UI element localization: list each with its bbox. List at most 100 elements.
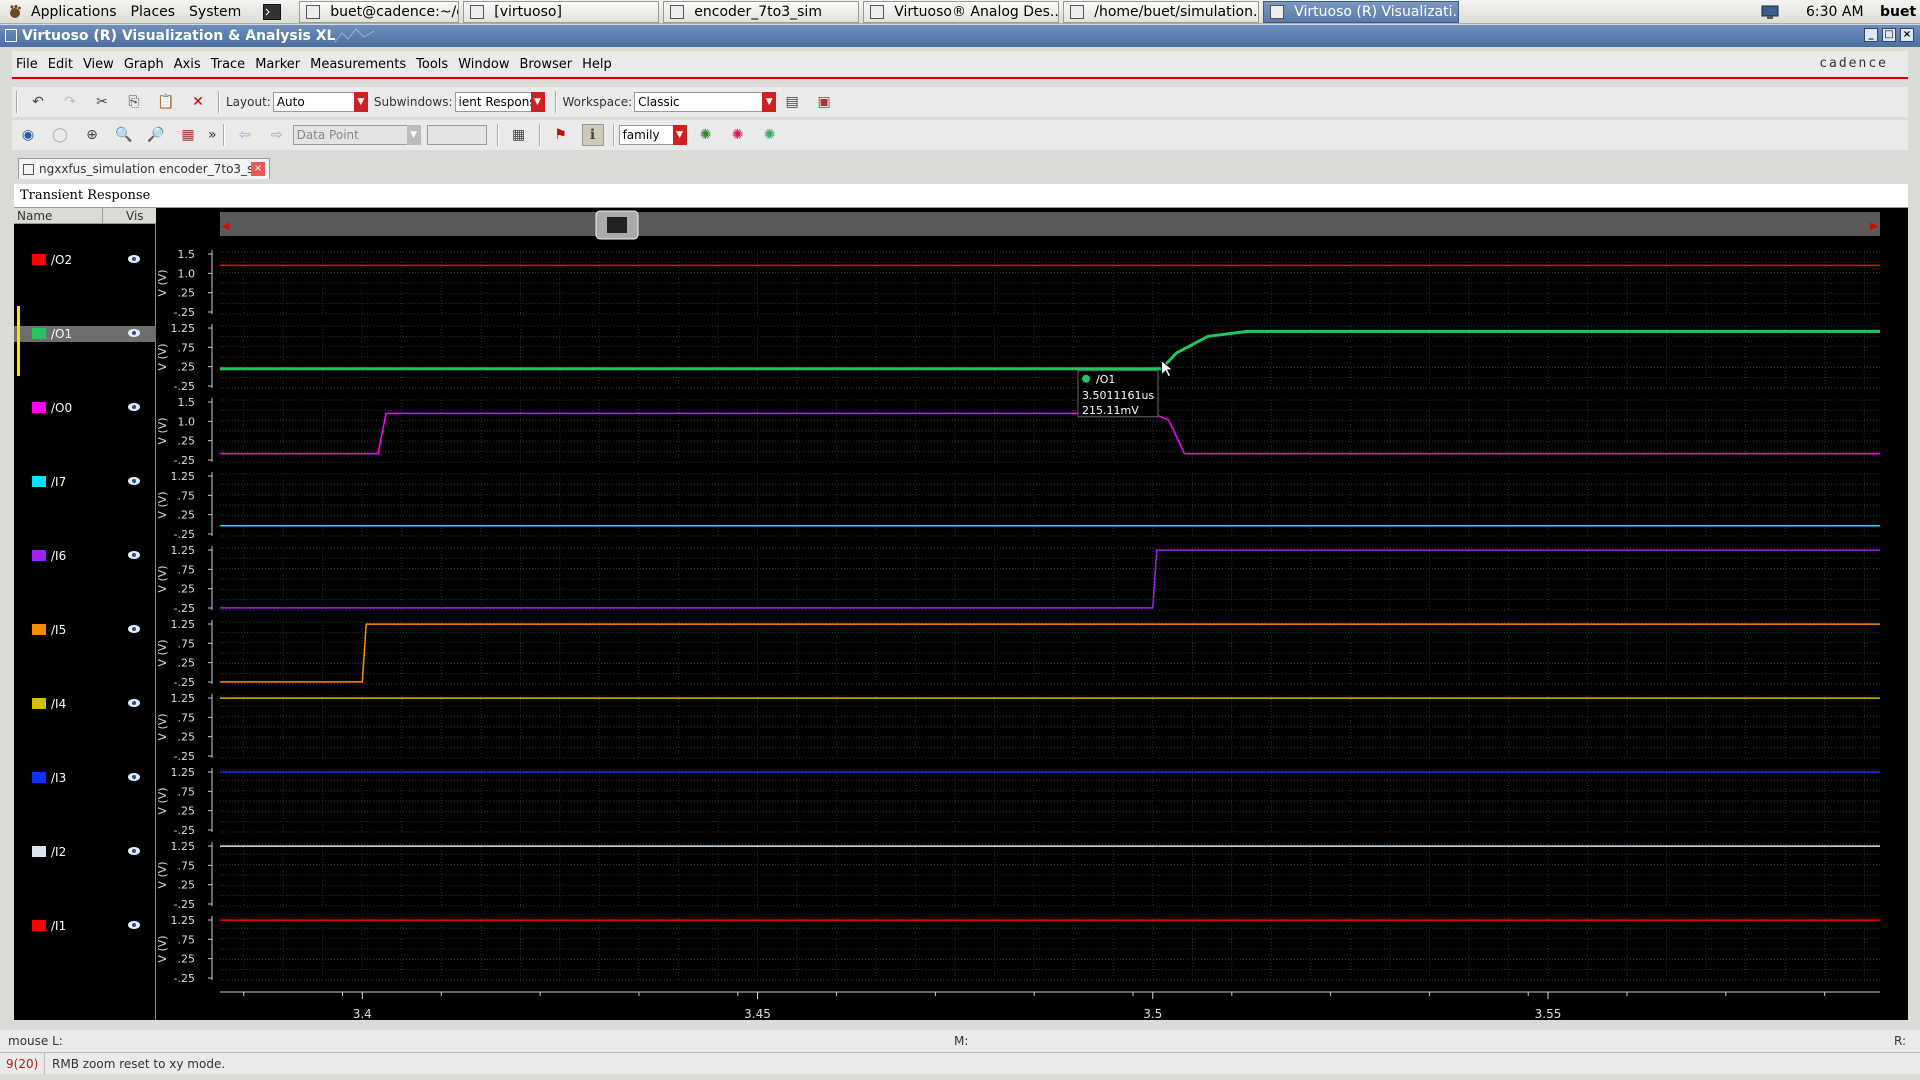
terminal-launcher-icon[interactable] bbox=[262, 1, 282, 23]
taskbar-item-analog-design[interactable]: Virtuoso® Analog Des... bbox=[863, 0, 1060, 23]
y-tick-label: -.25 bbox=[174, 898, 195, 911]
datapoint-input[interactable] bbox=[426, 125, 487, 145]
stop-icon[interactable]: ◯ bbox=[49, 124, 71, 146]
legend-item[interactable]: /O2 bbox=[14, 252, 156, 268]
menu-browser[interactable]: Browser bbox=[519, 57, 572, 72]
trace-o1[interactable] bbox=[220, 329, 1880, 371]
visibility-eye-icon[interactable] bbox=[128, 773, 140, 781]
family-select[interactable]: family ▼ bbox=[618, 125, 687, 145]
family-color-icon[interactable]: ✺ bbox=[727, 124, 749, 146]
menu-edit[interactable]: Edit bbox=[48, 57, 73, 72]
zoom-out-icon[interactable]: 🔎 bbox=[145, 124, 167, 146]
layout-label: Layout: bbox=[226, 95, 271, 109]
window-titlebar[interactable]: Virtuoso (R) Visualization & Analysis XL… bbox=[0, 25, 1920, 47]
zoom-box-icon[interactable]: ▦ bbox=[177, 124, 199, 146]
menu-file[interactable]: File bbox=[16, 57, 38, 72]
legend-item[interactable]: /I5 bbox=[14, 622, 156, 638]
visibility-eye-icon[interactable] bbox=[128, 477, 140, 485]
menu-marker[interactable]: Marker bbox=[255, 57, 300, 72]
menu-view[interactable]: View bbox=[83, 57, 114, 72]
legend-item[interactable]: /I1 bbox=[14, 918, 156, 934]
redo-icon[interactable]: ↷ bbox=[59, 91, 81, 113]
visibility-eye-icon[interactable] bbox=[128, 551, 140, 559]
copy-icon[interactable]: ⎘ bbox=[123, 91, 145, 113]
subwindows-select[interactable]: ient Response ▼ bbox=[454, 92, 545, 112]
applications-menu[interactable]: Applications bbox=[24, 4, 124, 20]
minimize-button[interactable]: _ bbox=[1864, 28, 1878, 42]
plot-canvas[interactable]: ◀ ▶1.51.0.25-.25V (V)1.25.75.25-.25V (V)1… bbox=[156, 208, 1908, 1037]
places-menu[interactable]: Places bbox=[124, 4, 183, 20]
calculator-icon[interactable]: ▦ bbox=[508, 124, 530, 146]
visibility-eye-icon[interactable] bbox=[128, 255, 140, 263]
menu-tools[interactable]: Tools bbox=[416, 57, 448, 72]
close-window-button[interactable]: × bbox=[1900, 28, 1914, 42]
paste-icon[interactable]: 📋 bbox=[155, 91, 177, 113]
menu-measurements[interactable]: Measurements bbox=[310, 57, 406, 72]
visibility-eye-icon[interactable] bbox=[128, 329, 140, 337]
visibility-eye-icon[interactable] bbox=[128, 403, 140, 411]
delete-icon[interactable]: ✕ bbox=[187, 91, 209, 113]
info-balloon-icon[interactable]: ℹ bbox=[581, 124, 604, 146]
close-tab-button[interactable]: × bbox=[251, 162, 265, 176]
legend-signal-name: /I7 bbox=[51, 475, 67, 489]
taskbar-item-label: buet@cadence:~/cds_... bbox=[330, 3, 458, 20]
datapoint-select[interactable]: Data Point ▼ bbox=[292, 125, 421, 145]
legend-item[interactable]: /O1 bbox=[14, 326, 156, 342]
menu-window[interactable]: Window bbox=[458, 57, 509, 72]
menu-trace[interactable]: Trace bbox=[211, 57, 246, 72]
taskbar-item-simulation-dir[interactable]: /home/buet/simulation... bbox=[1063, 0, 1260, 23]
toolbar-separator bbox=[222, 124, 225, 146]
visibility-eye-icon[interactable] bbox=[128, 921, 140, 929]
workspace-select[interactable]: Classic ▼ bbox=[634, 92, 777, 112]
y-axis-label: V (V) bbox=[156, 565, 169, 592]
refresh-icon[interactable]: ◉ bbox=[17, 124, 39, 146]
user-name[interactable]: buet bbox=[1880, 0, 1916, 24]
cut-icon[interactable]: ✂ bbox=[91, 91, 113, 113]
system-menu[interactable]: System bbox=[182, 4, 248, 20]
network-icon[interactable] bbox=[1760, 0, 1780, 24]
visibility-eye-icon[interactable] bbox=[128, 847, 140, 855]
legend-item[interactable]: /I3 bbox=[14, 770, 156, 786]
y-tick-label: -.25 bbox=[174, 602, 195, 615]
chevron-down-icon: ▼ bbox=[406, 125, 421, 145]
family-sweep-icon[interactable]: ✺ bbox=[695, 124, 717, 146]
virtuoso-icon bbox=[470, 4, 485, 19]
zoom-in-icon[interactable]: 🔍 bbox=[113, 124, 135, 146]
legend-item[interactable]: /I4 bbox=[14, 696, 156, 712]
visibility-eye-icon[interactable] bbox=[128, 625, 140, 633]
menu-help[interactable]: Help bbox=[582, 57, 612, 72]
legend-signal-name: /I2 bbox=[51, 845, 67, 859]
back-arrow-icon[interactable]: ⇦ bbox=[234, 124, 256, 146]
marker-flag-icon[interactable]: ⚑ bbox=[550, 124, 572, 146]
taskbar-item-terminal[interactable]: buet@cadence:~/cds_... bbox=[299, 0, 460, 23]
layout-select[interactable]: Auto ▼ bbox=[272, 92, 368, 112]
toolbar-overflow-button[interactable]: » bbox=[208, 127, 217, 143]
legend-item[interactable]: /O0 bbox=[14, 400, 156, 416]
forward-arrow-icon[interactable]: ⇨ bbox=[266, 124, 288, 146]
family-split-icon[interactable]: ✺ bbox=[759, 124, 781, 146]
legend-item[interactable]: /I7 bbox=[14, 474, 156, 490]
tab-waveform-window[interactable]: ngxxfus_simulation encoder_7to3_s... × bbox=[18, 158, 270, 179]
legend-item[interactable]: /I2 bbox=[14, 844, 156, 860]
undo-icon[interactable]: ↶ bbox=[27, 91, 49, 113]
clock[interactable]: 6:30 AM bbox=[1806, 0, 1864, 24]
menu-axis[interactable]: Axis bbox=[174, 57, 201, 72]
tab-bar: ngxxfus_simulation encoder_7to3_s... × bbox=[12, 156, 1908, 180]
gnome-foot-icon[interactable] bbox=[6, 3, 24, 21]
visibility-eye-icon[interactable] bbox=[128, 699, 140, 707]
workspace-save-icon[interactable]: ▤ bbox=[781, 91, 803, 113]
workspace-delete-icon[interactable]: ▣ bbox=[813, 91, 835, 113]
window-menu-icon[interactable] bbox=[5, 29, 17, 42]
taskbar-item-virtuoso[interactable]: [virtuoso] bbox=[463, 0, 660, 23]
waveform-plot[interactable]: ◀ ▶ 1.5 1.0.25 -.25 V (V) 1.25.75.25 -.25 V (V) 1… bbox=[156, 208, 1908, 1037]
taskbar-item-encoder-sim[interactable]: encoder_7to3_sim bbox=[663, 0, 860, 23]
zoom-fit-icon[interactable]: ⊕ bbox=[81, 124, 103, 146]
maximize-button[interactable]: □ bbox=[1882, 28, 1896, 42]
y-axis-label: V (V) bbox=[156, 935, 169, 962]
y-tick-label: 1.0 bbox=[178, 267, 196, 280]
eye-pupil bbox=[132, 627, 136, 631]
trace-o0[interactable] bbox=[220, 412, 1880, 455]
taskbar-item-viva[interactable]: Virtuoso (R) Visualizati... bbox=[1263, 0, 1460, 23]
menu-graph[interactable]: Graph bbox=[124, 57, 164, 72]
legend-item[interactable]: /I6 bbox=[14, 548, 156, 564]
